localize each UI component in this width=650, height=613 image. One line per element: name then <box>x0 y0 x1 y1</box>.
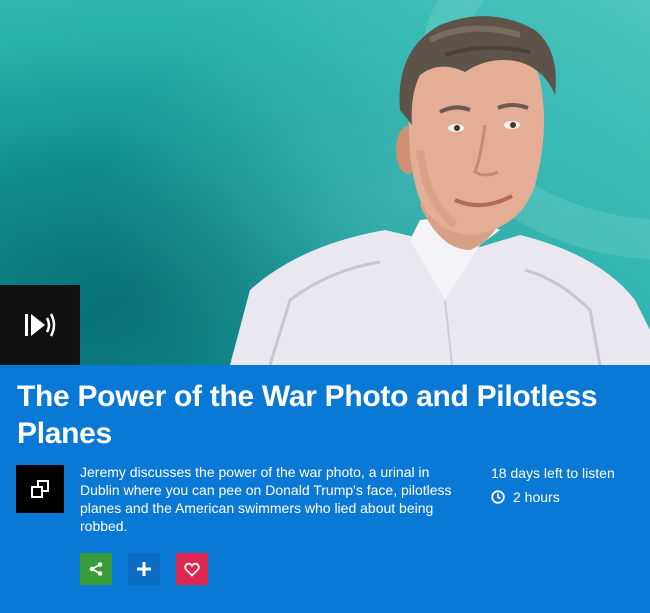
clock-icon <box>491 490 505 504</box>
network-logo-icon <box>31 480 49 498</box>
hero-image <box>0 0 650 365</box>
audio-play-icon <box>25 313 56 337</box>
presenter-photo <box>230 16 650 365</box>
heart-icon <box>184 562 200 577</box>
availability-text: 18 days left to listen <box>491 465 615 481</box>
duration-text: 2 hours <box>513 489 560 505</box>
share-icon <box>89 562 103 576</box>
duration: 2 hours <box>491 489 560 505</box>
share-button[interactable] <box>80 553 112 585</box>
programme-description: Jeremy discusses the power of the war ph… <box>80 464 452 534</box>
favourite-button[interactable] <box>176 553 208 585</box>
network-logo[interactable] <box>16 465 64 513</box>
audio-badge <box>0 285 80 365</box>
add-button[interactable] <box>128 553 160 585</box>
plus-icon <box>137 562 151 576</box>
programme-title: The Power of the War Photo and Pilotless… <box>17 380 598 450</box>
action-buttons <box>80 553 208 585</box>
